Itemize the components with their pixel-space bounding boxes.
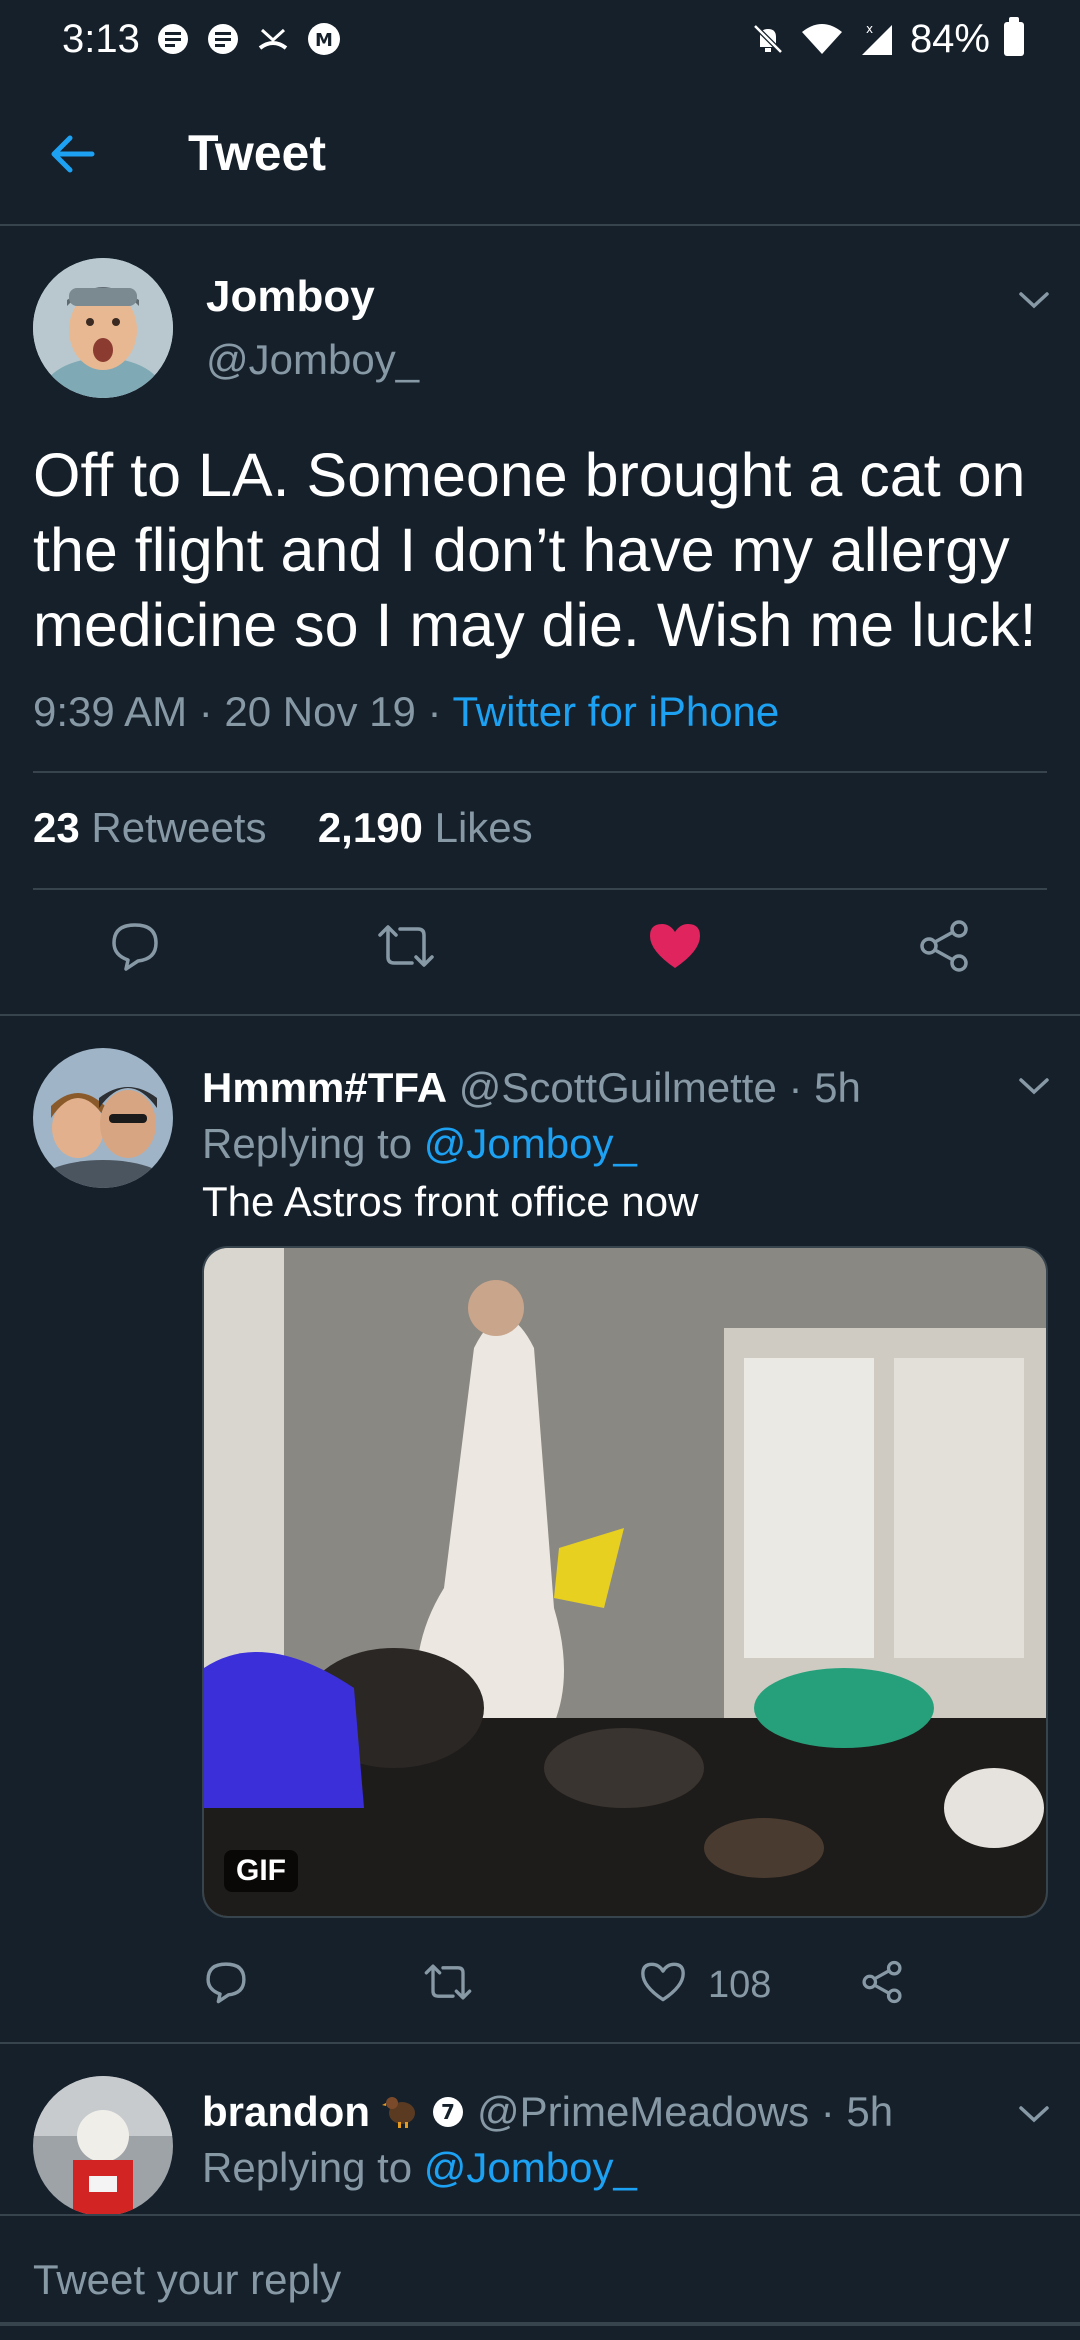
- likes-label: Likes: [434, 804, 533, 851]
- reply-icon: [112, 923, 158, 971]
- tweet-timestamp: 9:39 AM · 20 Nov 19 ·: [33, 688, 453, 735]
- like-button[interactable]: [633, 1952, 693, 2012]
- divider: [33, 771, 1047, 773]
- replying-to: Replying to @Jomboy_: [202, 1120, 637, 1168]
- number-badge-icon: 7: [431, 2091, 465, 2139]
- reply-button[interactable]: [105, 916, 165, 976]
- tweet-options-button[interactable]: [1014, 1066, 1054, 1106]
- retweets-count: 23: [33, 804, 80, 851]
- tweet-meta: 9:39 AM · 20 Nov 19 · Twitter for iPhone: [33, 688, 779, 736]
- tweet-source-link[interactable]: Twitter for iPhone: [452, 688, 779, 735]
- divider: [0, 2042, 1080, 2044]
- tweet-stats: 23 Retweets 2,190 Likes: [33, 804, 533, 852]
- back-button[interactable]: [44, 126, 100, 182]
- retweets-label: Retweets: [91, 804, 267, 851]
- likes-stat[interactable]: 2,190 Likes: [318, 804, 533, 851]
- message-badge-icon: [206, 22, 240, 56]
- mention-link[interactable]: @Jomboy_: [424, 1120, 637, 1167]
- status-bar: 3:13 M x 84%: [0, 0, 1080, 78]
- replying-to: Replying to @Jomboy_: [202, 2144, 637, 2192]
- reply-handle-time[interactable]: @ScottGuilmette · 5h: [459, 1064, 861, 1111]
- chevron-down-icon: [1019, 2106, 1049, 2123]
- tweet-text: Off to LA. Someone brought a cat on the …: [33, 441, 1037, 659]
- share-button[interactable]: [914, 916, 974, 976]
- reply-handle-time[interactable]: @PrimeMeadows · 5h: [477, 2088, 893, 2135]
- reply-actions: 108: [0, 1946, 1080, 2026]
- share-button[interactable]: [852, 1952, 912, 2012]
- number-badge: 7: [441, 2100, 455, 2124]
- retweet-icon: [378, 925, 434, 967]
- avatar[interactable]: [33, 258, 173, 398]
- reply-input[interactable]: Tweet your reply: [33, 2256, 341, 2304]
- reply-composer: Tweet your reply: [0, 2214, 1080, 2340]
- share-icon: [862, 1960, 902, 2004]
- turkey-emoji-icon: [381, 2091, 420, 2139]
- page-title: Tweet: [188, 125, 326, 181]
- svg-text:M: M: [315, 30, 333, 51]
- reply-icon: [206, 1962, 246, 2004]
- tweet-actions: [0, 912, 1080, 1012]
- chevron-down-icon: [1019, 292, 1049, 309]
- tweet-options-button[interactable]: [1014, 280, 1054, 320]
- battery-icon: [1004, 17, 1024, 56]
- mention-link[interactable]: @Jomboy_: [424, 2144, 637, 2191]
- like-count: 108: [708, 1964, 772, 2006]
- author-handle[interactable]: @Jomboy_: [206, 336, 419, 384]
- signal-icon: x: [858, 21, 896, 57]
- reply-author-name[interactable]: Hmmm#TFA: [202, 1064, 447, 1111]
- reply-button[interactable]: [196, 1952, 256, 2012]
- reply-header: brandon 7 @PrimeMeadows · 5h: [202, 2088, 893, 2139]
- status-time: 3:13: [62, 16, 140, 61]
- share-icon: [920, 920, 968, 972]
- mute-icon: [750, 21, 786, 57]
- retweet-icon: [424, 1964, 472, 2000]
- heart-filled-icon: [650, 924, 700, 968]
- reply-text: The Astros front office now: [202, 1178, 699, 1225]
- avatar[interactable]: [33, 2076, 173, 2216]
- gif-media[interactable]: GIF: [202, 1246, 1048, 1918]
- reply-author-name[interactable]: brandon: [202, 2088, 370, 2135]
- replying-to-prefix: Replying to: [202, 2144, 424, 2191]
- retweet-button[interactable]: [418, 1952, 478, 2012]
- wifi-icon: [800, 22, 844, 56]
- avatar[interactable]: [33, 1048, 173, 1188]
- divider: [0, 2322, 1080, 2326]
- arrow-left-icon: [51, 135, 95, 173]
- gmail-icon: M: [306, 21, 342, 57]
- battery-percent: 84%: [909, 16, 990, 61]
- missed-call-icon: [256, 22, 290, 56]
- heart-outline-icon: [641, 1962, 685, 2002]
- replying-to-prefix: Replying to: [202, 1120, 424, 1167]
- divider: [0, 1014, 1080, 1016]
- retweet-button[interactable]: [376, 916, 436, 976]
- app-bar: Tweet: [0, 78, 1080, 226]
- likes-count: 2,190: [317, 804, 423, 851]
- svg-text:x: x: [866, 22, 873, 36]
- retweets-stat[interactable]: 23 Retweets: [33, 804, 266, 851]
- chevron-down-icon: [1019, 1078, 1049, 1095]
- message-badge-icon: [156, 22, 190, 56]
- author-name[interactable]: Jomboy: [206, 272, 375, 322]
- gif-badge: GIF: [224, 1850, 298, 1892]
- like-button[interactable]: [645, 916, 705, 976]
- tweet-options-button[interactable]: [1014, 2094, 1054, 2134]
- reply-header: Hmmm#TFA @ScottGuilmette · 5h: [202, 1064, 861, 1112]
- divider: [33, 888, 1047, 890]
